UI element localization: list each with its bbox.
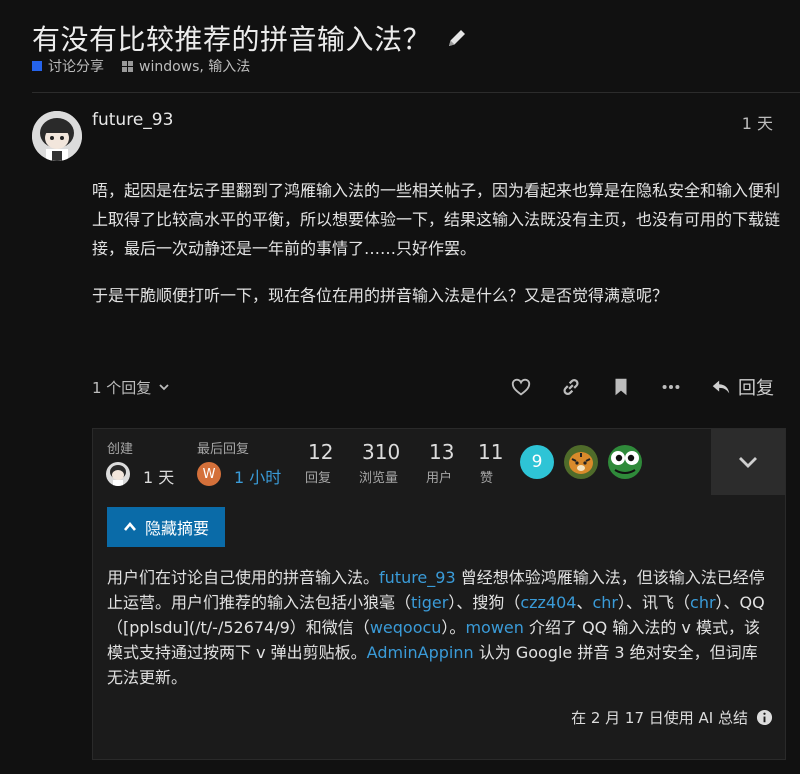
summary-text-segment: ）。 xyxy=(441,618,466,637)
summary-user-link[interactable]: future_93 xyxy=(379,568,456,587)
stat-users-label: 用户 xyxy=(426,471,453,486)
participant-avatar[interactable]: 9 xyxy=(520,445,554,479)
summary-user-link[interactable]: chr xyxy=(690,593,716,612)
stat-likes-label: 赞 xyxy=(480,471,494,486)
reply-button-label: 回复 xyxy=(738,378,774,399)
last-reply-avatar-letter: W xyxy=(202,466,216,482)
reply-arrow-icon xyxy=(712,380,730,394)
info-icon[interactable] xyxy=(756,709,773,726)
copy-link-icon[interactable] xyxy=(560,376,582,398)
post-body: 唔，起因是在坛子里翻到了鸿雁输入法的一些相关帖子，因为看起来也算是在隐私安全和输… xyxy=(92,176,782,328)
stat-replies-label: 回复 xyxy=(305,471,332,486)
post-paragraph: 于是干脆顺便打听一下，现在各位在用的拼音输入法是什么？又是否觉得满意呢？ xyxy=(92,286,669,305)
topic-stats: 创建 1 天 最后回复 W 1 小时 12 回复 310 浏览量 13 用户 1… xyxy=(93,429,785,495)
chevron-down-icon xyxy=(159,384,169,391)
ai-summary-text: 用户们在讨论自己使用的拼音输入法。future_93 曾经想体验鸿雁输入法，但该… xyxy=(107,565,767,690)
replies-toggle-label: 1 个回复 xyxy=(92,378,152,397)
last-reply-avatar[interactable]: W xyxy=(197,462,221,486)
last-reply-value[interactable]: 1 小时 xyxy=(234,464,281,488)
avatar[interactable] xyxy=(32,111,82,161)
summary-text-segment: ）、讯飞（ xyxy=(618,593,691,612)
ai-summary-footer: 在 2 月 17 日使用 AI 总结 xyxy=(571,707,773,728)
created-value[interactable]: 1 天 xyxy=(143,464,174,488)
participant-avatar[interactable] xyxy=(608,445,642,479)
topic-summary-box: 创建 1 天 最后回复 W 1 小时 12 回复 310 浏览量 13 用户 1… xyxy=(92,428,786,760)
hide-summary-label: 隐藏摘要 xyxy=(144,519,209,538)
participant-badge-number: 9 xyxy=(531,452,543,472)
creator-avatar-illustration xyxy=(106,462,130,486)
frog-avatar-illustration xyxy=(608,445,642,479)
expand-summary-button[interactable] xyxy=(711,429,785,495)
topic-meta: 讨论分享 windows, 输入法 xyxy=(32,56,250,76)
stat-likes-count: 11 xyxy=(478,440,504,464)
summary-user-link[interactable]: mowen xyxy=(465,618,523,637)
replies-toggle-button[interactable]: 1 个回复 xyxy=(92,377,171,398)
topic-title-text: 有没有比较推荐的拼音输入法？ xyxy=(32,23,432,56)
stat-users-count: 13 xyxy=(429,440,455,464)
like-heart-icon[interactable] xyxy=(510,376,532,398)
reply-button[interactable]: 回复 xyxy=(710,374,774,400)
stat-views-count: 310 xyxy=(362,440,401,464)
windows-icon xyxy=(122,60,133,72)
post-username[interactable]: future_93 xyxy=(92,110,173,130)
summary-user-link[interactable]: weqoocu xyxy=(370,618,442,637)
tiger-avatar-illustration xyxy=(564,445,598,479)
hide-summary-button[interactable]: 隐藏摘要 xyxy=(107,507,225,547)
summary-user-link[interactable]: tiger xyxy=(411,593,448,612)
topic-title: 有没有比较推荐的拼音输入法？ xyxy=(32,18,469,58)
avatar-illustration xyxy=(32,111,82,161)
summary-user-link[interactable]: AdminAppinn xyxy=(367,643,474,662)
summary-text-segment: ）、搜狗（ xyxy=(448,593,521,612)
summary-text-segment: 用户们在讨论自己使用的拼音输入法。 xyxy=(107,568,380,587)
category-link[interactable]: 讨论分享 xyxy=(48,56,104,76)
post-date[interactable]: 1 天 xyxy=(742,110,773,134)
stat-views-label: 浏览量 xyxy=(359,471,399,486)
chevron-up-icon xyxy=(123,521,136,531)
edit-pencil-icon[interactable] xyxy=(445,26,469,50)
chevron-down-icon xyxy=(739,457,757,468)
category-color-swatch xyxy=(32,61,42,71)
created-label: 创建 xyxy=(107,442,134,457)
ai-summary-footer-text: 在 2 月 17 日使用 AI 总结 xyxy=(571,709,748,727)
post-paragraph: 唔，起因是在坛子里翻到了鸿雁输入法的一些相关帖子，因为看起来也算是在隐私安全和输… xyxy=(92,181,781,258)
summary-user-link[interactable]: czz404 xyxy=(520,593,576,612)
summary-text-segment: 、 xyxy=(576,593,593,612)
participant-avatar[interactable] xyxy=(564,445,598,479)
title-divider xyxy=(32,92,800,93)
last-reply-label: 最后回复 xyxy=(197,442,250,457)
creator-avatar[interactable] xyxy=(106,462,130,486)
post-actions: 1 个回复 回复 xyxy=(92,372,774,402)
stat-replies-count: 12 xyxy=(308,440,334,464)
bookmark-icon[interactable] xyxy=(610,376,632,398)
summary-user-link[interactable]: chr xyxy=(592,593,618,612)
tags-list[interactable]: windows, 输入法 xyxy=(139,56,250,76)
more-options-icon[interactable] xyxy=(660,376,682,398)
